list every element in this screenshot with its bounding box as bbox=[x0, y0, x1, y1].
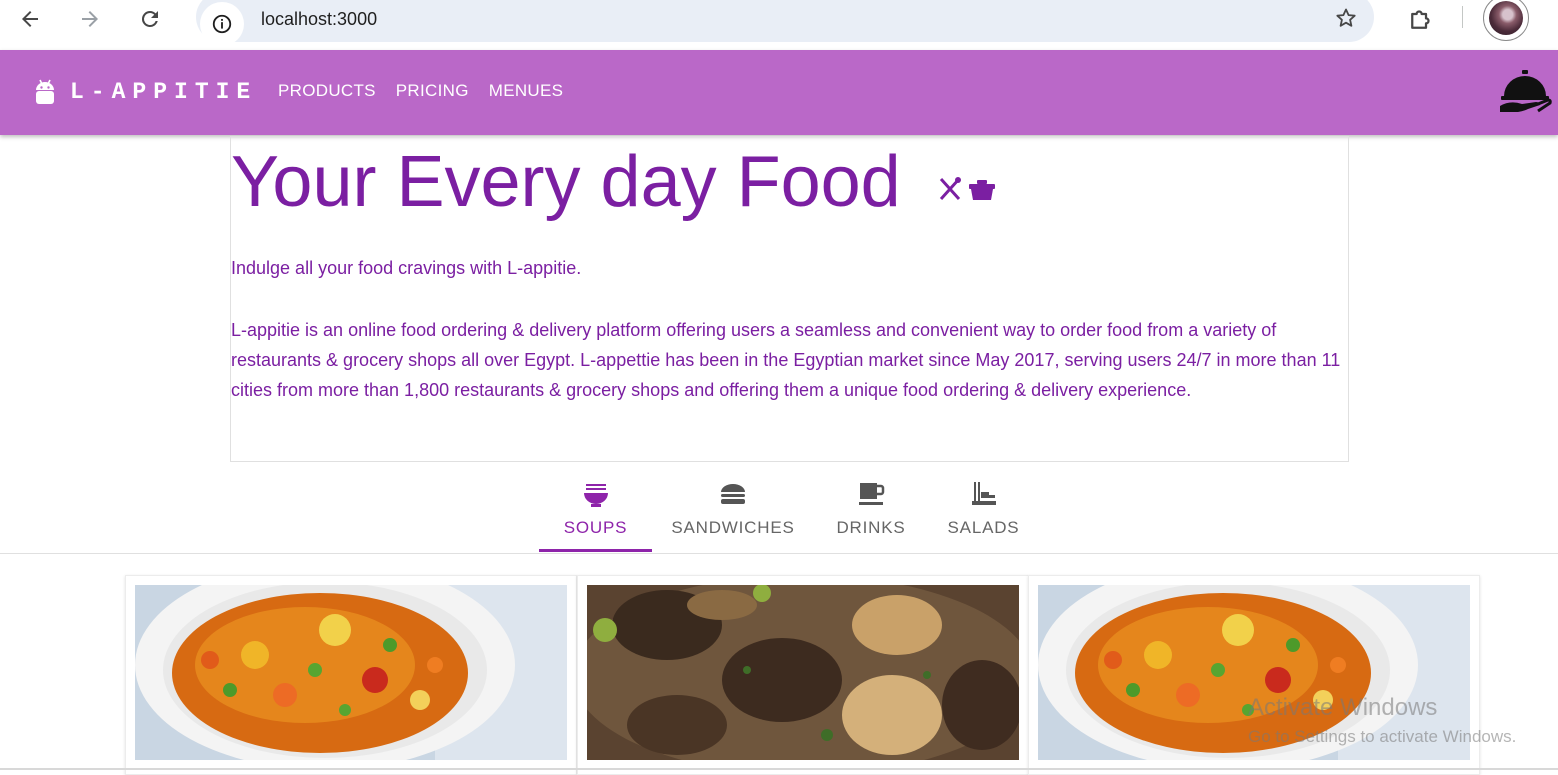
hero-section: Your Every day Food Indulge all your foo… bbox=[230, 136, 1349, 462]
tab-label-soups: SOUPS bbox=[563, 518, 628, 537]
vegetable-soup-photo[interactable] bbox=[1038, 585, 1470, 760]
app-bar: L-APPITIE PRODUCTS PRICING MENUES bbox=[0, 50, 1558, 135]
tab-sandwiches[interactable]: SANDWICHES bbox=[666, 474, 800, 552]
burger-icon bbox=[721, 484, 745, 504]
product-card-grid bbox=[0, 575, 1558, 775]
category-tabs: SOUPS SANDWICHES DRINKS SALADS bbox=[0, 474, 1558, 554]
star-icon[interactable] bbox=[1334, 6, 1358, 30]
coffee-cup-icon bbox=[859, 483, 885, 505]
nav-pricing[interactable]: PRICING bbox=[386, 81, 479, 101]
product-card[interactable] bbox=[1028, 575, 1480, 775]
url-text[interactable]: localhost:3000 bbox=[261, 9, 377, 30]
bento-tray-icon bbox=[971, 482, 996, 505]
tab-label-sandwiches: SANDWICHES bbox=[671, 518, 795, 537]
brand-logo-text[interactable]: L-APPITIE bbox=[70, 79, 257, 105]
back-arrow-icon[interactable] bbox=[15, 4, 45, 34]
info-icon[interactable] bbox=[200, 2, 244, 46]
tab-soups[interactable]: SOUPS bbox=[539, 474, 652, 552]
nav-menues[interactable]: MENUES bbox=[479, 81, 574, 101]
profile-avatar[interactable] bbox=[1483, 0, 1529, 41]
active-tab-indicator bbox=[539, 549, 652, 552]
main-nav: PRODUCTS PRICING MENUES bbox=[268, 81, 573, 101]
tab-salads[interactable]: SALADS bbox=[940, 474, 1027, 552]
address-bar[interactable]: localhost:3000 bbox=[196, 0, 1374, 46]
room-service-cloche-icon[interactable] bbox=[1498, 68, 1552, 118]
tab-label-drinks: DRINKS bbox=[836, 518, 906, 537]
forward-arrow-icon[interactable] bbox=[75, 4, 105, 34]
fork-knife-bento-icon bbox=[939, 177, 995, 201]
hero-intro-text: Indulge all your food cravings with L-ap… bbox=[231, 258, 582, 278]
toolbar-divider bbox=[1462, 6, 1463, 28]
reload-icon[interactable] bbox=[135, 4, 165, 34]
extensions-icon[interactable] bbox=[1406, 4, 1436, 34]
browser-toolbar: localhost:3000 bbox=[0, 0, 1558, 51]
beef-stew-photo[interactable] bbox=[587, 585, 1019, 760]
nav-products[interactable]: PRODUCTS bbox=[268, 81, 386, 101]
tab-drinks[interactable]: DRINKS bbox=[828, 474, 914, 552]
product-card[interactable] bbox=[577, 575, 1029, 775]
hero-description: L-appitie is an online food ordering & d… bbox=[231, 320, 1341, 400]
android-icon bbox=[36, 79, 54, 104]
tab-label-salads: SALADS bbox=[947, 518, 1020, 537]
product-card[interactable] bbox=[125, 575, 577, 775]
ramen-bowl-icon bbox=[583, 484, 608, 507]
page-title: Your Every day Food bbox=[231, 142, 901, 222]
vegetable-soup-photo[interactable] bbox=[135, 585, 567, 760]
